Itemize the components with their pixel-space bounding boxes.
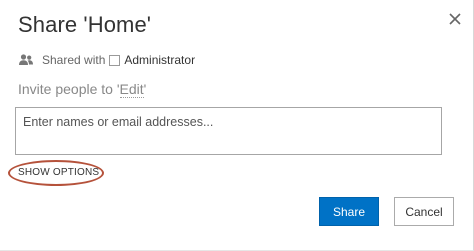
names-input[interactable] bbox=[15, 107, 442, 155]
shared-with-row: Shared with Administrator bbox=[18, 51, 195, 69]
invite-suffix: ' bbox=[143, 81, 147, 97]
show-options-link[interactable]: SHOW OPTIONS bbox=[18, 167, 99, 178]
shared-with-label: Shared with bbox=[42, 53, 106, 67]
permission-dropdown[interactable]: Edit bbox=[119, 81, 144, 98]
invite-prefix: Invite people to ' bbox=[18, 81, 120, 97]
cancel-button[interactable]: Cancel bbox=[394, 197, 454, 226]
shared-user-name[interactable]: Administrator bbox=[124, 53, 195, 67]
close-icon[interactable] bbox=[446, 10, 464, 28]
share-dialog: Share 'Home' Shared with Administrator I… bbox=[0, 0, 474, 251]
dialog-title: Share 'Home' bbox=[18, 12, 152, 37]
user-presence-box bbox=[109, 54, 121, 66]
share-button[interactable]: Share bbox=[319, 197, 379, 226]
people-icon bbox=[19, 54, 33, 65]
close-button[interactable] bbox=[446, 10, 464, 28]
invite-label: Invite people to 'Edit' bbox=[18, 81, 147, 98]
